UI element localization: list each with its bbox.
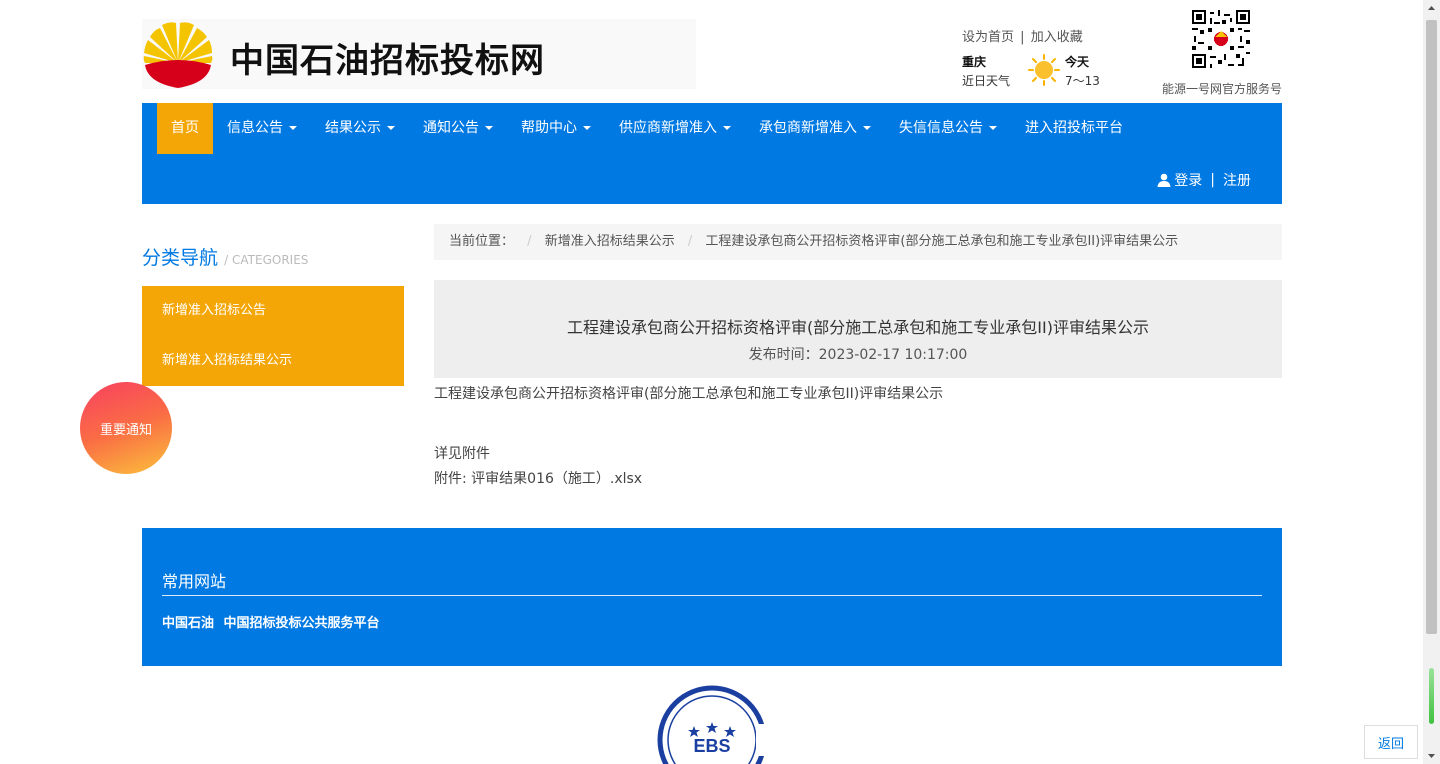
breadcrumb: 当前位置： / 新增准入招标结果公示 / 工程建设承包商公开招标资格评审(部分施… (434, 224, 1282, 260)
category-item-result[interactable]: 新增准入招标结果公示 (142, 336, 404, 386)
nav-items: 首页 信息公告 结果公示 通知公告 帮助中心 供应商新增准入 承包商新增准入 失信信息公告 进入… (157, 103, 1137, 154)
nav-item-label: 帮助中心 (521, 120, 577, 136)
nav-item-1[interactable]: 信息公告 (213, 103, 311, 154)
footer-title: 常用网站 (162, 572, 227, 591)
qr-code-icon (1192, 10, 1250, 68)
attachment-label: 附件: (434, 471, 472, 487)
sun-icon (1028, 54, 1060, 86)
nav-item-label: 信息公告 (227, 120, 283, 136)
nav-item-4[interactable]: 帮助中心 (507, 103, 605, 154)
scroll-up-arrow-icon[interactable] (1423, 0, 1440, 17)
footer-link-cnpc[interactable]: 中国石油 (162, 616, 214, 631)
breadcrumb-item-category[interactable]: 新增准入招标结果公示 (545, 234, 675, 249)
nav-item-8[interactable]: 进入招投标平台 (1011, 103, 1137, 154)
weather-city: 重庆 (962, 55, 987, 69)
caret-down-icon (387, 126, 395, 130)
breadcrumb-label: 当前位置： (449, 234, 515, 249)
breadcrumb-item-current[interactable]: 工程建设承包商公开招标资格评审(部分施工总承包和施工专业承包II)评审结果公示 (705, 234, 1178, 249)
weather-temp: 7～13 (1065, 74, 1100, 88)
auth-links: 登录 | 注册 (1157, 170, 1251, 190)
nav-item-2[interactable]: 结果公示 (311, 103, 409, 154)
nav-item-7[interactable]: 失信信息公告 (885, 103, 1011, 154)
scrollbar-thumb[interactable] (1426, 20, 1437, 634)
article-header: 工程建设承包商公开招标资格评审(部分施工总承包和施工专业承包II)评审结果公示 … (434, 280, 1282, 378)
main-nav: 首页 信息公告 结果公示 通知公告 帮助中心 供应商新增准入 承包商新增准入 失信信息公告 进入… (142, 103, 1282, 204)
footer-links: 中国石油 中国招标投标公共服务平台 (162, 612, 385, 631)
article-see-attachment: 详见附件 (434, 446, 490, 462)
scroll-progress-indicator (1429, 668, 1434, 724)
caret-down-icon (289, 126, 297, 130)
vertical-scrollbar[interactable] (1423, 0, 1440, 764)
caret-down-icon (863, 126, 871, 130)
nav-item-6[interactable]: 承包商新增准入 (745, 103, 885, 154)
auth-separator: | (1210, 172, 1215, 188)
categories-title-en: / CATEGORIES (224, 253, 309, 267)
nav-item-3[interactable]: 通知公告 (409, 103, 507, 154)
footer-divider (162, 595, 1262, 596)
article-attachment: 附件: 评审结果016（施工）.xlsx (434, 469, 1282, 489)
site-logo[interactable]: 中国石油招标投标网 (142, 19, 696, 89)
site-footer: 常用网站 中国石油 中国招标投标公共服务平台 (142, 528, 1282, 666)
categories-title-cn: 分类导航 (142, 247, 219, 269)
nav-item-label: 进入招投标平台 (1025, 120, 1123, 136)
nav-item-label: 承包商新增准入 (759, 120, 857, 136)
article-body: 工程建设承包商公开招标资格评审(部分施工总承包和施工专业承包II)评审结果公示 … (434, 384, 1282, 489)
site-title: 中国石油招标投标网 (230, 41, 545, 81)
top-links: 设为首页 | 加入收藏 (962, 26, 1083, 45)
categories-list: 新增准入招标公告 新增准入招标结果公示 (142, 286, 404, 386)
petrochina-logo-icon (143, 22, 213, 88)
nav-item-label: 首页 (171, 120, 199, 136)
article-title: 工程建设承包商公开招标资格评审(部分施工总承包和施工专业承包II)评审结果公示 (567, 318, 1149, 337)
register-link[interactable]: 注册 (1223, 170, 1251, 190)
weather-day: 今天 (1065, 55, 1090, 69)
nav-item-label: 供应商新增准入 (619, 120, 717, 136)
weather-note: 近日天气 (962, 74, 1011, 88)
caret-down-icon (485, 126, 493, 130)
ebs-certification-logo: EBS (657, 685, 768, 764)
breadcrumb-separator: / (687, 234, 693, 249)
nav-item-label: 结果公示 (325, 120, 381, 136)
categories-title: 分类导航 / CATEGORIES (142, 243, 308, 270)
article-publish-time: 发布时间：2023-02-17 10:17:00 (748, 347, 968, 363)
caret-down-icon (989, 126, 997, 130)
category-item-announcement[interactable]: 新增准入招标公告 (142, 286, 404, 336)
nav-item-label: 通知公告 (423, 120, 479, 136)
footer-link-public-service[interactable]: 中国招标投标公共服务平台 (224, 616, 380, 631)
login-link[interactable]: 登录 (1174, 170, 1202, 190)
user-icon (1157, 173, 1171, 187)
site-header: 中国石油招标投标网 设为首页 | 加入收藏 重庆 近日天气 今天 7～13 能源… (142, 0, 1282, 102)
breadcrumb-separator: / (527, 234, 532, 249)
article-intro: 工程建设承包商公开招标资格评审(部分施工总承包和施工专业承包II)评审结果公示 (434, 386, 944, 402)
set-home-link[interactable]: 设为首页 (962, 30, 1014, 45)
back-button[interactable]: 返回 (1364, 725, 1418, 759)
attachment-link[interactable]: 评审结果016（施工）.xlsx (471, 471, 642, 487)
important-notice-button[interactable]: 重要通知 (80, 382, 172, 474)
add-favorite-link[interactable]: 加入收藏 (1031, 30, 1083, 45)
nav-item-label: 失信信息公告 (899, 120, 983, 136)
top-links-separator: | (1020, 30, 1025, 45)
caret-down-icon (723, 126, 731, 130)
nav-item-5[interactable]: 供应商新增准入 (605, 103, 745, 154)
ebs-logo-text: EBS (693, 736, 730, 756)
caret-down-icon (583, 126, 591, 130)
scroll-down-arrow-icon[interactable] (1423, 747, 1440, 764)
nav-item-0[interactable]: 首页 (157, 103, 213, 154)
page-container: 中国石油招标投标网 设为首页 | 加入收藏 重庆 近日天气 今天 7～13 能源… (142, 0, 1282, 764)
qr-caption: 能源一号网官方服务号 (1161, 82, 1282, 96)
